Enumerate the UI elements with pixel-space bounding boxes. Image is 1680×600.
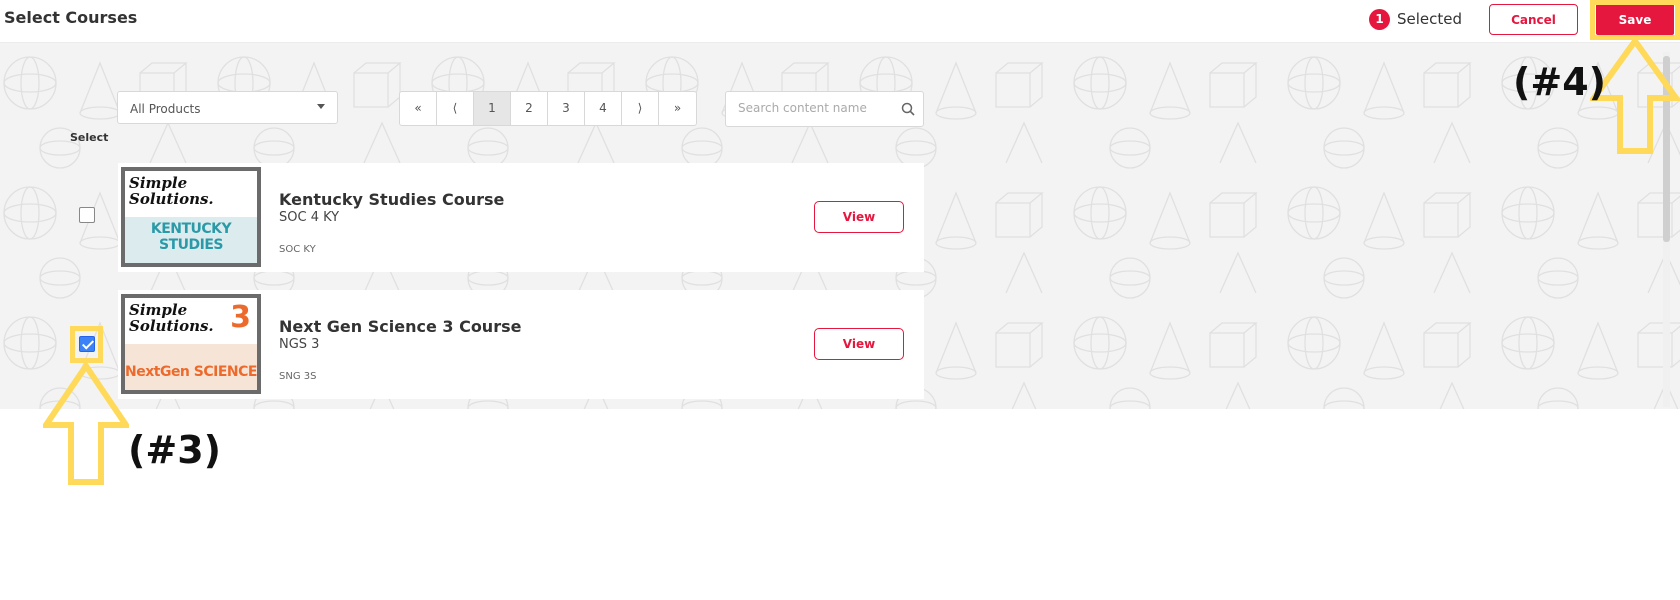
product-filter-dropdown[interactable]: All Products	[117, 91, 338, 124]
view-button[interactable]: View	[814, 201, 904, 233]
view-button[interactable]: View	[814, 328, 904, 360]
page-last-button[interactable]: »	[659, 92, 696, 125]
page-2-button[interactable]: 2	[511, 92, 548, 125]
page-prev-button[interactable]: ⟨	[437, 92, 474, 125]
course-thumbnail: Simple Solutions. KENTUCKY STUDIES	[121, 167, 261, 267]
course-code: SOC 4 KY	[279, 210, 340, 225]
course-code: NGS 3	[279, 337, 320, 352]
thumbnail-brand: Simple Solutions.	[129, 301, 214, 335]
cancel-button[interactable]: Cancel	[1489, 4, 1578, 35]
selected-count-badge: 1	[1369, 9, 1390, 30]
pagination: « ⟨ 1 2 3 4 ⟩ »	[399, 91, 697, 126]
course-title: Kentucky Studies Course	[279, 190, 505, 209]
chevron-down-icon	[317, 104, 325, 109]
checkbox-highlight-box	[70, 326, 103, 363]
page-4-button[interactable]: 4	[585, 92, 622, 125]
search-field[interactable]	[725, 91, 924, 127]
thumbnail-title: KENTUCKY STUDIES	[150, 221, 232, 253]
selected-label: Selected	[1397, 10, 1463, 28]
course-card: Simple Solutions. KENTUCKY STUDIES Kentu…	[118, 163, 924, 272]
page-first-button[interactable]: «	[400, 92, 437, 125]
course-card: Simple Solutions. 3 NextGen SCIENCE Next…	[118, 290, 924, 399]
course-thumbnail: Simple Solutions. 3 NextGen SCIENCE	[121, 294, 261, 394]
save-highlight-box	[1590, 0, 1680, 40]
page-3-button[interactable]: 3	[548, 92, 585, 125]
thumbnail-brand: Simple Solutions.	[129, 174, 214, 208]
select-column-header: Select	[70, 131, 109, 144]
thumbnail-title: NextGen SCIENCE	[125, 364, 257, 380]
search-icon[interactable]	[901, 102, 915, 116]
page-1-button[interactable]: 1	[474, 92, 511, 125]
course-checkbox-kentucky-studies[interactable]	[79, 207, 95, 223]
product-filter-value: All Products	[130, 102, 201, 116]
course-list-area: All Products « ⟨ 1 2 3 4 ⟩ » Select Simp…	[0, 43, 1680, 409]
thumbnail-grade: 3	[230, 300, 251, 335]
course-title: Next Gen Science 3 Course	[279, 317, 522, 336]
page-title: Select Courses	[4, 8, 138, 27]
top-bar: Select Courses 1 Selected Cancel Save	[0, 0, 1680, 43]
course-subcode: SOC KY	[279, 244, 316, 255]
annotation-marker-4: (#4)	[1513, 60, 1607, 104]
course-subcode: SNG 3S	[279, 371, 317, 382]
annotation-marker-3: (#3)	[128, 428, 222, 472]
up-arrow-icon	[43, 363, 129, 485]
page-next-button[interactable]: ⟩	[622, 92, 659, 125]
search-input[interactable]	[738, 101, 898, 115]
